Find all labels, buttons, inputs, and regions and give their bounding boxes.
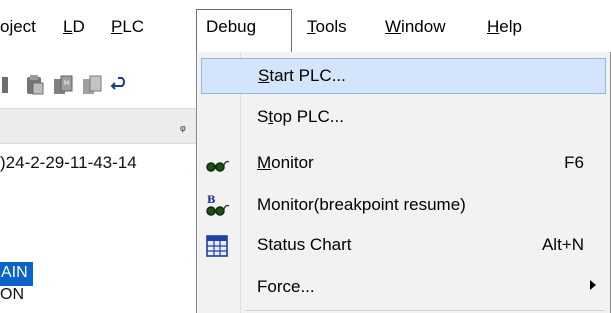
- menu-item-label: Force...: [257, 277, 315, 296]
- menu-item-force[interactable]: Force...: [201, 270, 606, 306]
- compare-icon[interactable]: H: [53, 74, 73, 96]
- glasses-icon: [206, 160, 229, 172]
- menu-debug[interactable]: Debug: [196, 9, 292, 52]
- menu-project[interactable]: oject: [0, 16, 36, 38]
- pin-icon[interactable]: ᵩ: [180, 118, 186, 133]
- project-name-text: )24-2-29-11-43-14: [0, 153, 137, 172]
- toolbar-partial-icon[interactable]: [2, 74, 10, 96]
- paste-icon[interactable]: [25, 74, 45, 96]
- status-chart-icon: [206, 235, 228, 257]
- tree-item[interactable]: ON: [0, 286, 24, 310]
- copy-special-icon[interactable]: [82, 74, 102, 96]
- menu-separator: [245, 310, 605, 311]
- svg-text:B: B: [207, 195, 215, 206]
- undo-icon[interactable]: [110, 74, 130, 96]
- menu-bar: oject LD PLC Debug Tools Window Help: [0, 0, 611, 52]
- menu-item-label: Monitor: [257, 153, 314, 172]
- menu-item-label: Stop PLC...: [257, 107, 344, 126]
- menu-help[interactable]: Help: [487, 16, 522, 38]
- menu-tools[interactable]: Tools: [307, 16, 347, 38]
- menu-item-monitor-breakpoint-resume[interactable]: B Monitor(breakpoint resume): [201, 188, 606, 224]
- toolbar: H: [0, 66, 196, 106]
- menu-plc[interactable]: PLC: [111, 16, 144, 38]
- menu-item-monitor[interactable]: Monitor F6: [201, 146, 606, 182]
- menu-window[interactable]: Window: [385, 16, 445, 38]
- shortcut-label: Alt+N: [541, 235, 584, 254]
- shortcut-label: F6: [564, 153, 584, 172]
- breakpoint-glasses-icon: B: [206, 195, 229, 216]
- menu-item-label: Monitor(breakpoint resume): [257, 195, 466, 214]
- submenu-arrow-icon: [590, 280, 596, 290]
- menu-item-stop-plc[interactable]: Stop PLC...: [201, 100, 606, 136]
- menu-item-status-chart[interactable]: Status Chart Alt+N: [201, 228, 606, 264]
- menu-ld[interactable]: LD: [63, 16, 85, 38]
- panel-header: [0, 108, 196, 144]
- menu-item-start-plc[interactable]: Start PLC...: [201, 58, 606, 94]
- menu-item-label: Start PLC...: [258, 66, 346, 85]
- svg-text:H: H: [64, 79, 69, 87]
- menu-item-label: Status Chart: [257, 235, 352, 254]
- debug-dropdown-menu: Start PLC... Stop PLC... Monitor F6 B Mo…: [196, 52, 611, 313]
- tree-item-selected[interactable]: AIN: [0, 262, 33, 286]
